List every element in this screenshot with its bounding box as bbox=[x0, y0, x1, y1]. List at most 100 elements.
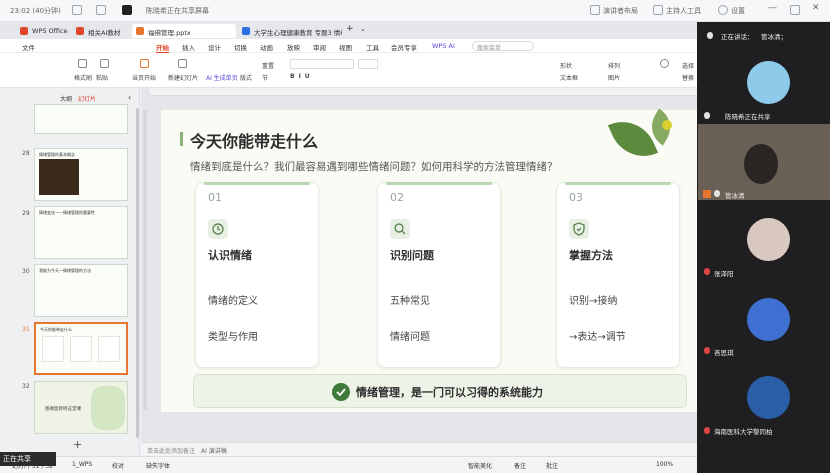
expand-icon[interactable] bbox=[96, 5, 106, 15]
play-from-current-button[interactable]: 当页开始 bbox=[132, 73, 156, 82]
missing-font-button[interactable]: 缺失字体 bbox=[146, 461, 170, 470]
speaker-layout-icon[interactable] bbox=[590, 5, 600, 15]
menu-member[interactable]: 会员专享 bbox=[391, 42, 417, 52]
host-tools-button[interactable]: 主持人工具 bbox=[666, 6, 701, 16]
proofing-button[interactable]: 校对 bbox=[112, 461, 124, 470]
tab-bar: WPS Office 相关AI教材 福佛管理.pptx 大学生心理健康教育 专题… bbox=[0, 22, 697, 39]
mic-muted-icon bbox=[704, 268, 710, 275]
menu-insert[interactable]: 插入 bbox=[182, 42, 195, 52]
menu-transition[interactable]: 切换 bbox=[234, 42, 247, 52]
app-icon[interactable] bbox=[122, 5, 132, 15]
minimize-icon[interactable]: — bbox=[768, 3, 777, 13]
host-tools-icon[interactable] bbox=[653, 5, 663, 15]
arrange-button[interactable]: 排列 bbox=[608, 61, 620, 70]
menu-slideshow[interactable]: 放映 bbox=[287, 42, 300, 52]
tab-wps-office[interactable]: WPS Office bbox=[16, 24, 72, 38]
menu-bar: 文件 开始 插入 设计 切换 动画 放映 审阅 视图 工具 会员专享 WPS A… bbox=[0, 39, 697, 54]
card-identify-problems: 02 识别问题 五种常见 情绪问题 bbox=[377, 182, 501, 368]
picture-button[interactable]: 图片 bbox=[608, 73, 620, 82]
scrollbar[interactable] bbox=[136, 108, 139, 438]
menu-wps-ai[interactable]: WPS AI bbox=[432, 42, 455, 50]
format-painter-icon[interactable] bbox=[78, 59, 87, 68]
tab-ai-book[interactable]: 相关AI教材 bbox=[72, 24, 124, 38]
thumbnail-title: 情绪变化——情绪管理的重要性 bbox=[39, 210, 95, 215]
notes-bar: 单击此处添加备注 AI 演讲稿 bbox=[141, 442, 697, 456]
participant-name: 张泽阳 bbox=[714, 270, 734, 278]
new-slide-button[interactable]: 新建幻灯片 bbox=[168, 73, 198, 82]
text-style-buttons[interactable]: BIU bbox=[290, 73, 314, 80]
tab-outline[interactable]: 大纲 bbox=[60, 94, 72, 103]
menu-home[interactable]: 开始 bbox=[156, 42, 169, 54]
avatar[interactable] bbox=[747, 376, 790, 419]
menu-design[interactable]: 设计 bbox=[208, 42, 221, 52]
slide-thumbnail-29[interactable]: 情绪变化——情绪管理的重要性 bbox=[34, 206, 128, 259]
comments-toggle[interactable]: 批注 bbox=[546, 461, 558, 470]
textbox-button[interactable]: 文本框 bbox=[560, 73, 578, 82]
maximize-icon[interactable] bbox=[790, 5, 800, 15]
replace-button[interactable]: 替换 bbox=[682, 73, 694, 82]
gear-icon[interactable] bbox=[718, 5, 728, 15]
avatar[interactable] bbox=[747, 61, 790, 104]
font-family-select[interactable] bbox=[290, 59, 354, 69]
chevron-down-icon[interactable]: ⌄ bbox=[360, 25, 366, 33]
close-icon[interactable]: ✕ bbox=[812, 3, 820, 13]
participant-video[interactable] bbox=[698, 124, 830, 200]
slide-thumbnail-27[interactable] bbox=[34, 104, 128, 134]
tab-slides[interactable]: 幻灯片 bbox=[78, 94, 96, 103]
zoom-level[interactable]: 100% bbox=[656, 461, 673, 468]
slide-thumbnail-31[interactable]: 今天你能带走什么 bbox=[34, 322, 128, 375]
ai-generate-button[interactable]: AI 生成单页 bbox=[206, 73, 238, 82]
paste-icon[interactable] bbox=[100, 59, 109, 68]
avatar[interactable] bbox=[747, 218, 790, 261]
reset-button[interactable]: 重置 bbox=[262, 61, 274, 70]
speaking-name: 管冰清； bbox=[761, 33, 787, 41]
search-placeholder: 搜索菜单 bbox=[477, 45, 502, 52]
format-painter-button[interactable]: 格式刷 bbox=[74, 73, 92, 82]
thumbnail-image bbox=[39, 159, 79, 195]
notes-input[interactable]: 单击此处添加备注 bbox=[147, 446, 195, 455]
menu-view[interactable]: 视图 bbox=[339, 42, 352, 52]
slide-thumbnail-28[interactable]: 情绪管理的基本概念 bbox=[34, 148, 128, 201]
notes-toggle[interactable]: 备注 bbox=[514, 461, 526, 470]
menu-file[interactable]: 文件 bbox=[22, 42, 35, 52]
smart-beautify-button[interactable]: 智能美化 bbox=[468, 461, 492, 470]
section-button[interactable]: 节 bbox=[262, 73, 268, 82]
sharing-badge-label: 正在共享 bbox=[3, 455, 31, 463]
summary-banner: 情绪管理，是一门可以习得的系统能力 bbox=[193, 374, 687, 408]
title-accent-bar bbox=[180, 132, 183, 146]
sharing-badge[interactable]: 正在共享 bbox=[0, 452, 56, 466]
slide-thumbnail-32[interactable]: 感谢您聆听这堂课 bbox=[34, 381, 128, 434]
thumbnail-card bbox=[70, 336, 92, 362]
play-icon[interactable] bbox=[140, 59, 149, 68]
menu-animation[interactable]: 动画 bbox=[260, 42, 273, 52]
font-size-select[interactable] bbox=[358, 59, 378, 69]
select-button[interactable]: 选择 bbox=[682, 61, 694, 70]
theme-name[interactable]: 1_WPS bbox=[72, 461, 92, 468]
new-slide-icon[interactable] bbox=[178, 59, 187, 68]
tab-docx[interactable]: 大学生心理健康教育 专题3 情绪识别... bbox=[238, 24, 342, 38]
speaker-layout-button[interactable]: 演讲者布局 bbox=[603, 6, 638, 16]
pdf-icon bbox=[76, 27, 84, 35]
paste-button[interactable]: 粘贴 bbox=[96, 73, 108, 82]
find-icon[interactable] bbox=[660, 59, 669, 68]
collapse-icon[interactable]: ‹ bbox=[128, 93, 131, 102]
sharing-status: 陈晓希正在共享屏幕 bbox=[146, 7, 209, 15]
tab-pptx[interactable]: 福佛管理.pptx bbox=[132, 24, 236, 38]
menu-tools[interactable]: 工具 bbox=[366, 42, 379, 52]
tab-label: 福佛管理.pptx bbox=[148, 29, 191, 37]
clock-icon bbox=[208, 219, 228, 239]
window-icon[interactable] bbox=[72, 5, 82, 15]
slide-thumbnail-30[interactable]: 我能为今天一情绪管理的方法 bbox=[34, 264, 128, 317]
avatar[interactable] bbox=[747, 298, 790, 341]
ai-notes-button[interactable]: AI 演讲稿 bbox=[201, 446, 227, 455]
card-title: 识别问题 bbox=[390, 249, 434, 262]
mic-icon bbox=[704, 112, 710, 119]
new-tab-button[interactable]: + bbox=[346, 24, 354, 34]
add-slide-button[interactable]: + bbox=[73, 438, 82, 451]
settings-button[interactable]: 设置 bbox=[731, 6, 745, 16]
menu-review[interactable]: 审阅 bbox=[313, 42, 326, 52]
card-title: 掌握方法 bbox=[569, 249, 613, 262]
layout-button[interactable]: 版式 bbox=[240, 73, 252, 82]
menu-search[interactable]: 搜索菜单 bbox=[472, 41, 534, 52]
shape-button[interactable]: 形状 bbox=[560, 61, 572, 70]
